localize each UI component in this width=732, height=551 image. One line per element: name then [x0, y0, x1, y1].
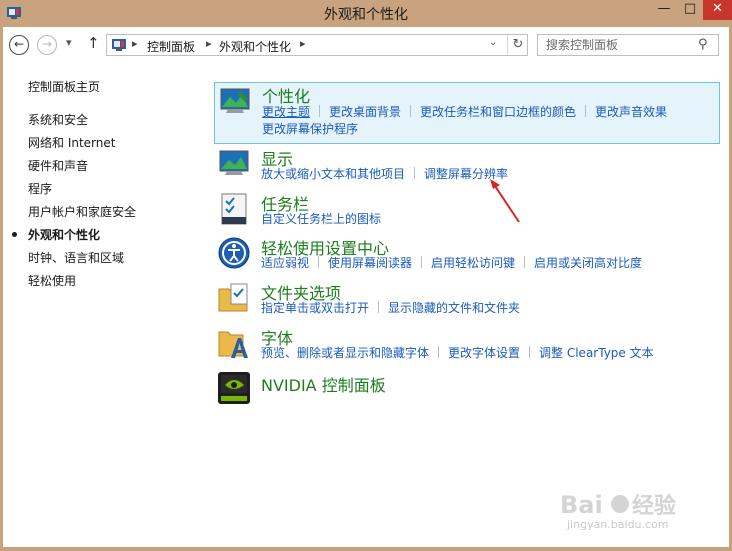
link-divider — [414, 167, 416, 179]
breadcrumb-appearance[interactable]: 外观和个性化 — [219, 38, 291, 55]
link-change-screen-saver[interactable]: 更改屏幕保护程序 — [262, 122, 358, 136]
link-use-screen-reader[interactable]: 使用屏幕阅读器 — [328, 256, 412, 270]
link-optimize-vision[interactable]: 适应弱视 — [261, 256, 309, 270]
personalization-icon[interactable] — [218, 85, 252, 119]
link-divider — [585, 105, 587, 117]
category-display: 显示 放大或缩小文本和其他项目 调整屏幕分辨率 — [214, 145, 720, 185]
active-item-bullet — [12, 232, 17, 237]
window-client-area: ← → ▾ ↑ ▸ 控制面板 ▸ 外观和个性化 ▸ ⌄ ↻ ⚲ 控制面板主页 系… — [3, 27, 729, 547]
folder-options-icon[interactable] — [217, 281, 251, 315]
search-input[interactable] — [538, 35, 688, 55]
category-personalization: 个性化 更改主题 更改桌面背景 更改任务栏和窗口边框的颜色 更改声音效果 更改屏幕保护… — [214, 82, 720, 144]
sidebar-item-network[interactable]: 网络和 Internet — [28, 134, 115, 151]
taskbar-icon[interactable] — [217, 192, 251, 226]
title-bar: 外观和个性化 — □ ✕ — [0, 0, 732, 27]
nvidia-icon[interactable] — [217, 371, 251, 405]
recent-locations-button[interactable]: ▾ — [66, 36, 72, 49]
category-folder-options: 文件夹选项 指定单击或双击打开 显示隐藏的文件和文件夹 — [214, 279, 720, 319]
sidebar-item-system-security[interactable]: 系统和安全 — [28, 111, 88, 128]
sidebar-item-ease-of-access[interactable]: 轻松使用 — [28, 272, 76, 289]
links-folder-options: 指定单击或双击打开 显示隐藏的文件和文件夹 — [261, 299, 520, 316]
links-taskbar: 自定义任务栏上的图标 — [261, 210, 381, 227]
breadcrumb-control-panel[interactable]: 控制面板 — [147, 38, 195, 55]
sidebar-item-programs[interactable]: 程序 — [28, 180, 52, 197]
link-change-font-settings[interactable]: 更改字体设置 — [448, 346, 520, 360]
link-show-hidden-files[interactable]: 显示隐藏的文件和文件夹 — [388, 301, 520, 315]
link-customize-taskbar-icons[interactable]: 自定义任务栏上的图标 — [261, 212, 381, 226]
navigation-bar: ← → ▾ ↑ ▸ 控制面板 ▸ 外观和个性化 ▸ ⌄ ↻ ⚲ — [3, 27, 729, 63]
address-dropdown-icon[interactable]: ⌄ — [489, 37, 497, 48]
window-title: 外观和个性化 — [324, 7, 408, 23]
link-divider — [421, 256, 423, 268]
link-divider — [378, 301, 380, 313]
category-ease-of-access: 轻松使用设置中心 适应弱视 使用屏幕阅读器 启用轻松访问键 启用或关闭高对比度 — [214, 234, 720, 274]
links-display: 放大或缩小文本和其他项目 调整屏幕分辨率 — [261, 165, 508, 182]
breadcrumb-separator[interactable]: ▸ — [206, 37, 212, 50]
ease-of-access-icon[interactable] — [217, 236, 251, 270]
control-panel-icon — [112, 39, 126, 51]
link-high-contrast[interactable]: 启用或关闭高对比度 — [534, 256, 642, 270]
up-button[interactable]: ↑ — [87, 34, 100, 52]
search-box[interactable]: ⚲ — [537, 34, 719, 56]
links-personalization: 更改主题 更改桌面背景 更改任务栏和窗口边框的颜色 更改声音效果 — [262, 103, 667, 120]
link-divider — [438, 346, 440, 358]
fonts-icon[interactable] — [217, 326, 251, 360]
display-icon[interactable] — [217, 147, 251, 181]
sidebar-item-appearance[interactable]: 外观和个性化 — [28, 226, 100, 243]
watermark-text: jingyan.baidu.com — [567, 518, 669, 531]
link-divider — [524, 256, 526, 268]
link-divider — [318, 256, 320, 268]
maximize-button[interactable]: □ — [677, 0, 703, 20]
link-change-window-color[interactable]: 更改任务栏和窗口边框的颜色 — [420, 105, 576, 119]
link-turn-on-easy-access-keys[interactable]: 启用轻松访问键 — [431, 256, 515, 270]
category-taskbar: 任务栏 自定义任务栏上的图标 — [214, 190, 720, 230]
close-button[interactable]: ✕ — [703, 0, 732, 20]
breadcrumb-separator[interactable]: ▸ — [300, 37, 306, 50]
minimize-button[interactable]: — — [651, 0, 677, 20]
sidebar-item-clock-language[interactable]: 时钟、语言和区域 — [28, 249, 124, 266]
category-title-nvidia[interactable]: NVIDIA 控制面板 — [261, 372, 386, 396]
link-preview-fonts[interactable]: 预览、删除或者显示和隐藏字体 — [261, 346, 429, 360]
svg-text:Bai: Bai — [560, 491, 603, 519]
forward-button[interactable]: → — [37, 35, 57, 55]
svg-text:经验: 经验 — [632, 493, 676, 519]
sidebar: 控制面板主页 系统和安全 网络和 Internet 硬件和声音 程序 用户帐户和… — [3, 63, 203, 543]
sidebar-home-link[interactable]: 控制面板主页 — [28, 78, 100, 95]
refresh-button[interactable]: ↻ — [507, 35, 528, 55]
links-fonts: 预览、删除或者显示和隐藏字体 更改字体设置 调整 ClearType 文本 — [261, 344, 654, 361]
category-fonts: 字体 预览、删除或者显示和隐藏字体 更改字体设置 调整 ClearType 文本 — [214, 324, 720, 364]
link-change-sounds[interactable]: 更改声音效果 — [595, 105, 667, 119]
link-text-size[interactable]: 放大或缩小文本和其他项目 — [261, 167, 405, 181]
category-nvidia: NVIDIA 控制面板 — [214, 369, 720, 409]
back-button[interactable]: ← — [9, 35, 29, 55]
address-bar[interactable]: ▸ 控制面板 ▸ 外观和个性化 ▸ ⌄ ↻ — [106, 34, 528, 56]
link-change-desktop-background[interactable]: 更改桌面背景 — [329, 105, 401, 119]
sidebar-item-hardware-sound[interactable]: 硬件和声音 — [28, 157, 88, 174]
links-ease-of-access: 适应弱视 使用屏幕阅读器 启用轻松访问键 启用或关闭高对比度 — [261, 254, 642, 271]
link-divider — [410, 105, 412, 117]
link-single-or-double-click[interactable]: 指定单击或双击打开 — [261, 301, 369, 315]
link-adjust-cleartype[interactable]: 调整 ClearType 文本 — [539, 346, 654, 360]
link-divider — [319, 105, 321, 117]
link-change-theme[interactable]: 更改主题 — [262, 105, 310, 119]
links-personalization-row2: 更改屏幕保护程序 — [262, 120, 358, 137]
breadcrumb-separator[interactable]: ▸ — [132, 37, 138, 50]
search-icon[interactable]: ⚲ — [698, 37, 708, 52]
sidebar-item-user-accounts[interactable]: 用户帐户和家庭安全 — [28, 203, 136, 220]
link-divider — [529, 346, 531, 358]
